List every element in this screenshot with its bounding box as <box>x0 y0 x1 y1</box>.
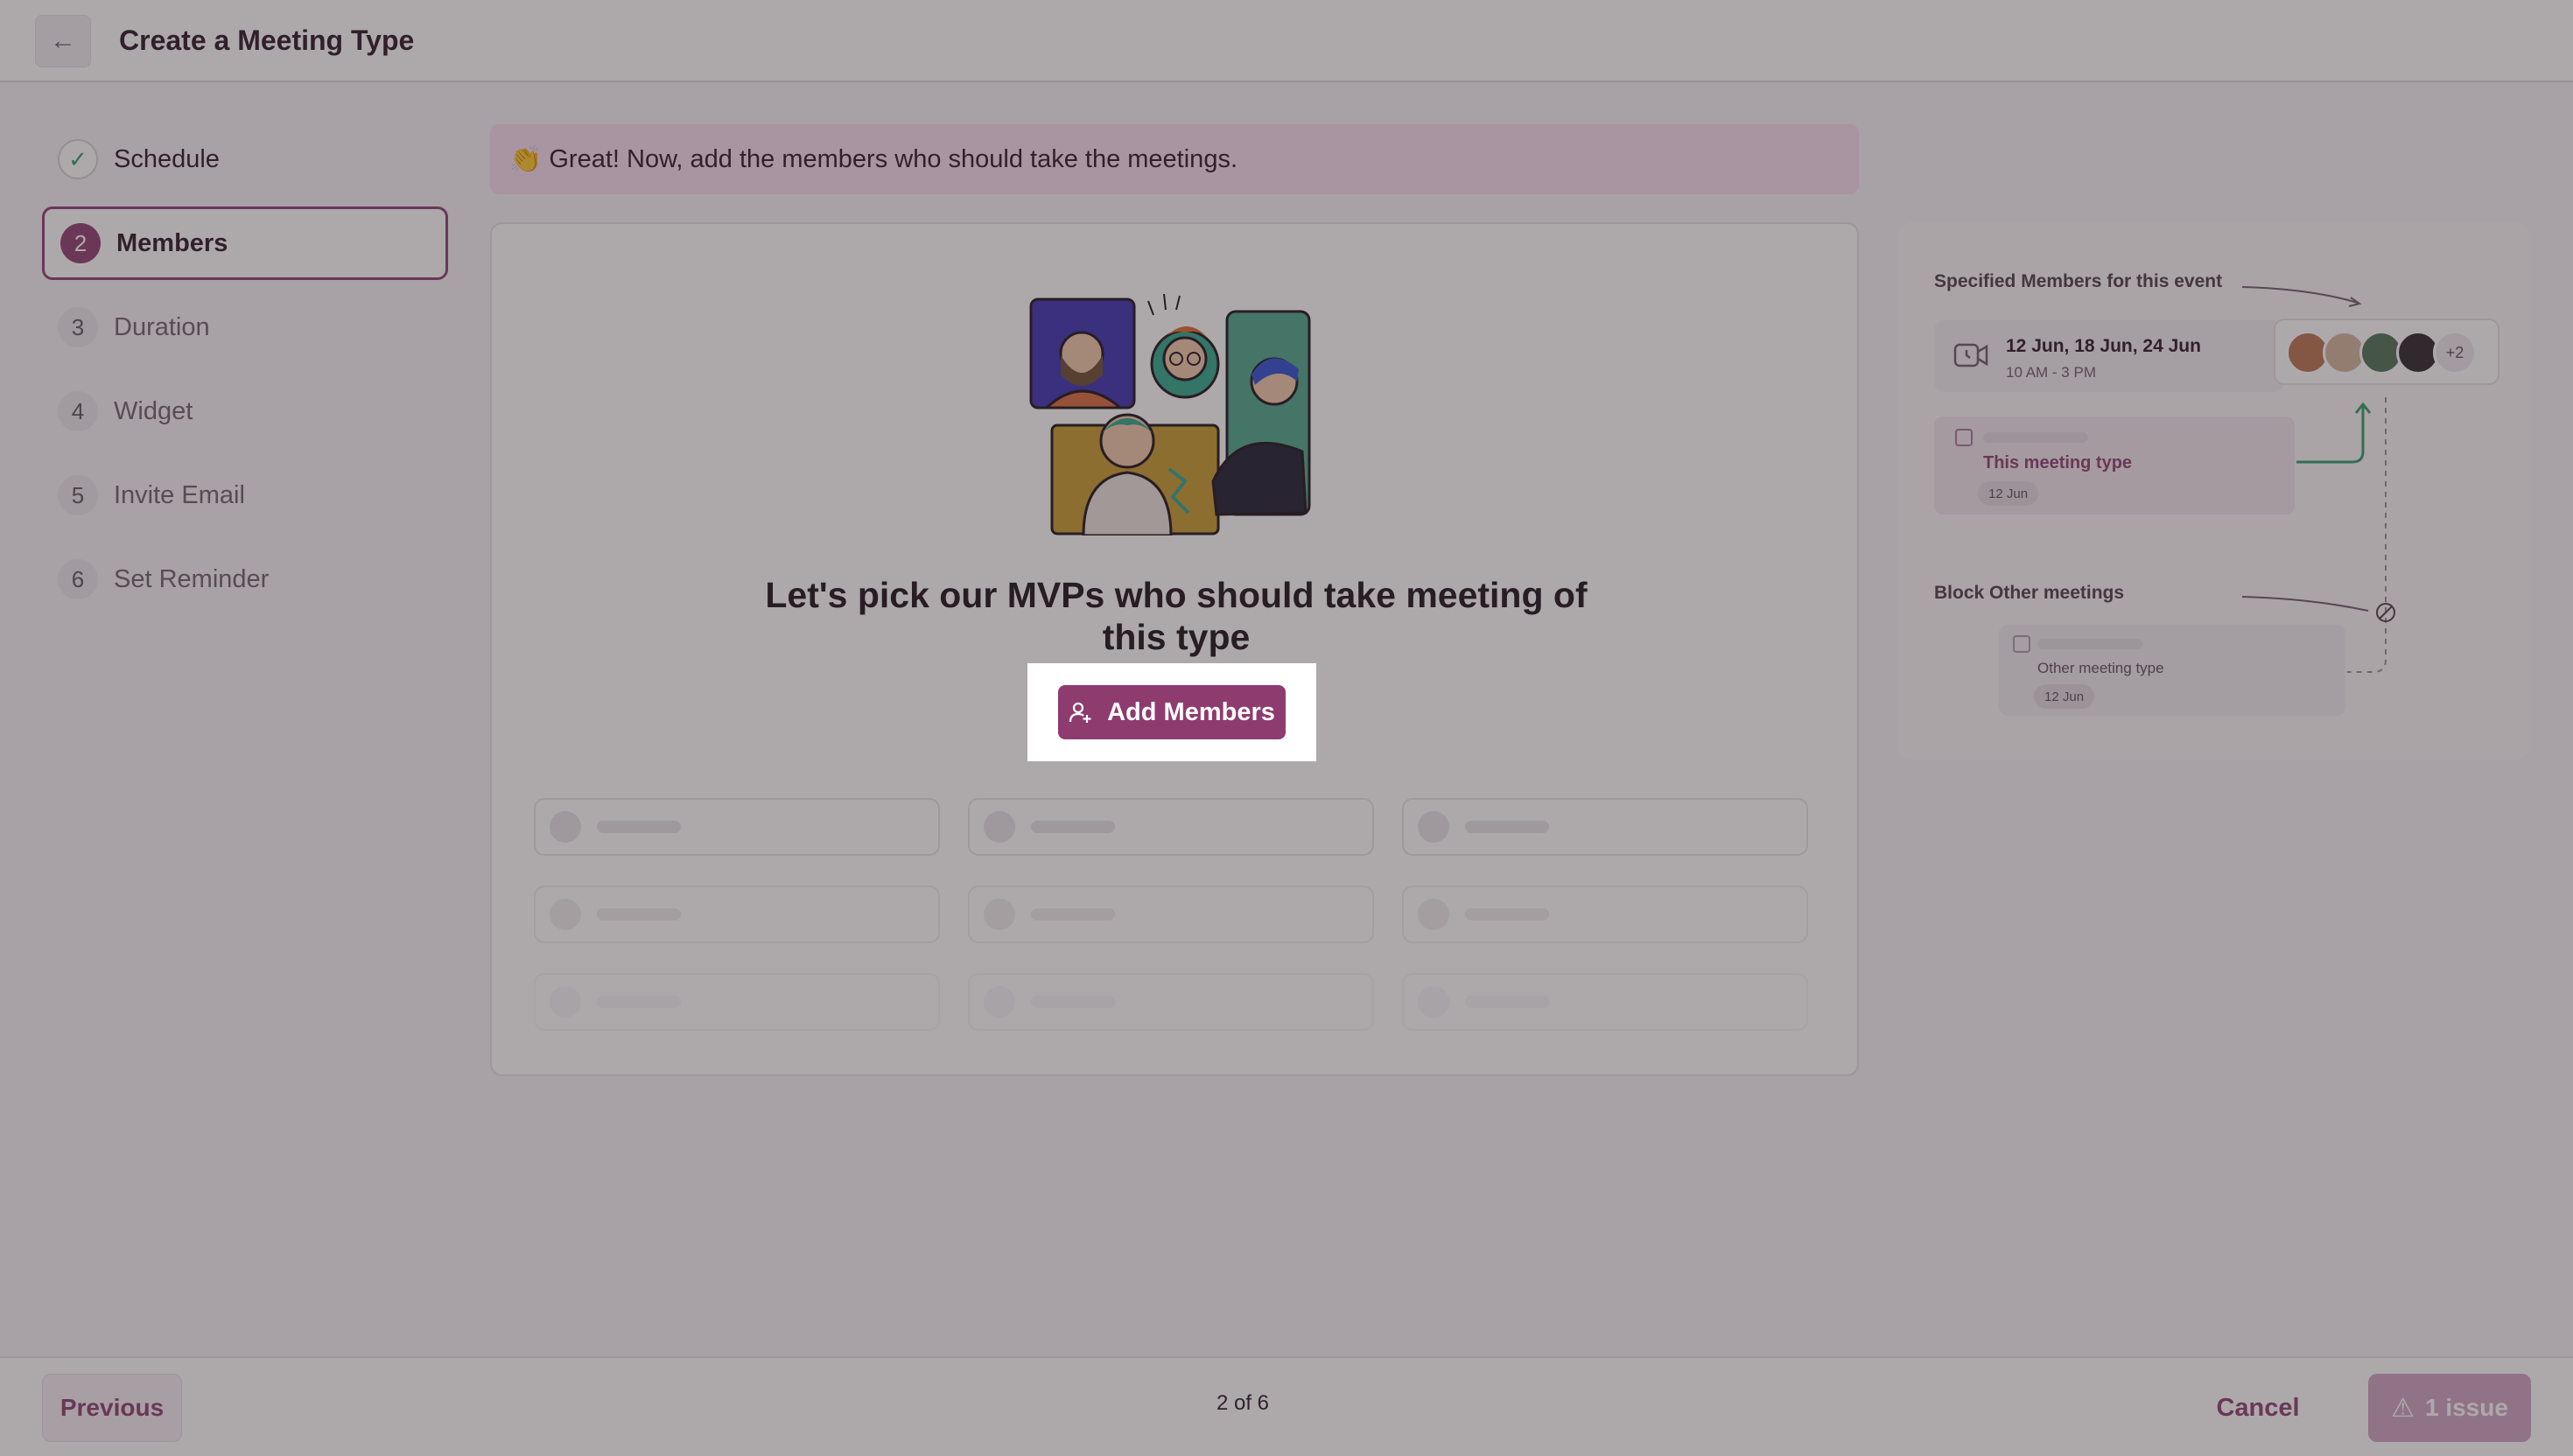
member-placeholder <box>534 798 940 856</box>
member-placeholder-grid <box>534 798 1812 1031</box>
this-meeting-type-card: This meeting type 12 Jun <box>1934 416 2295 514</box>
previous-button[interactable]: Previous <box>42 1374 182 1442</box>
schedule-time: 10 AM - 3 PM <box>2006 364 2096 381</box>
step-number: 5 <box>58 475 98 515</box>
step-label: Schedule <box>114 144 220 173</box>
back-button[interactable]: ← <box>35 15 91 67</box>
info-banner: 👏 Great! Now, add the members who should… <box>490 124 1859 194</box>
date-chip: 12 Jun <box>1978 481 2039 506</box>
member-placeholder <box>534 973 940 1031</box>
empty-state-headline: Let's pick our MVPs who should take meet… <box>765 575 1588 657</box>
calendar-icon <box>2013 635 2030 653</box>
member-placeholder <box>968 973 1374 1031</box>
step-label: Invite Email <box>114 480 245 509</box>
text-placeholder <box>2037 639 2142 649</box>
step-number: 6 <box>58 559 98 599</box>
this-meeting-label: This meeting type <box>1983 453 2133 472</box>
page-title: Create a Meeting Type <box>119 24 415 56</box>
top-bar: ← Create a Meeting Type <box>0 0 2573 82</box>
step-label: Duration <box>114 312 210 341</box>
step-number: 3 <box>58 307 98 347</box>
step-members[interactable]: 2 Members <box>42 206 448 280</box>
check-icon: ✓ <box>58 139 98 179</box>
more-members-badge: +2 <box>2433 331 2477 374</box>
calendar-icon <box>1955 429 1973 446</box>
arrow-left-icon: ← <box>50 26 76 55</box>
step-invite-email[interactable]: 5 Invite Email <box>42 458 448 532</box>
other-meeting-label: Other meeting type <box>2037 660 2164 676</box>
footer-bar: Previous 2 of 6 Cancel ⚠ 1 issue <box>0 1356 2573 1456</box>
video-clock-icon <box>1953 343 1988 368</box>
step-list: ✓ Schedule 2 Members 3 Duration 4 Widget… <box>42 122 448 626</box>
clapping-hands-icon: 👏 <box>509 144 543 174</box>
schedule-dates: 12 Jun, 18 Jun, 24 Jun <box>2006 336 2201 356</box>
member-placeholder <box>968 798 1374 856</box>
step-duration[interactable]: 3 Duration <box>42 290 448 364</box>
banner-text: Great! Now, add the members who should t… <box>549 144 1237 173</box>
member-avatars: +2 <box>2274 318 2499 385</box>
member-placeholder <box>1402 798 1808 856</box>
step-progress: 2 of 6 <box>1216 1391 1270 1415</box>
team-illustration <box>1029 294 1311 536</box>
issue-button[interactable]: ⚠ 1 issue <box>2368 1374 2531 1442</box>
step-schedule[interactable]: ✓ Schedule <box>42 122 448 196</box>
block-other-meetings-title: Block Other meetings <box>1934 583 2125 603</box>
member-placeholder <box>1402 886 1808 943</box>
step-widget[interactable]: 4 Widget <box>42 374 448 448</box>
other-meeting-type-card: Other meeting type 12 Jun <box>1999 625 2345 716</box>
date-chip: 12 Jun <box>2034 684 2095 709</box>
specified-members-title: Specified Members for this event <box>1934 271 2223 291</box>
add-person-icon <box>1069 702 1091 723</box>
text-placeholder <box>1983 432 2088 443</box>
step-label: Members <box>116 228 228 257</box>
members-card: Let's pick our MVPs who should take meet… <box>490 222 1859 1076</box>
step-number: 4 <box>58 391 98 431</box>
step-number: 2 <box>60 223 101 263</box>
step-label: Widget <box>114 396 193 425</box>
preview-panel: Specified Members for this event 12 Jun,… <box>1899 222 2529 760</box>
step-label: Set Reminder <box>114 564 270 593</box>
member-placeholder <box>968 886 1374 943</box>
add-members-button[interactable]: Add Members <box>1058 685 1286 739</box>
schedule-summary: 12 Jun, 18 Jun, 24 Jun 10 AM - 3 PM <box>1934 320 2284 392</box>
add-members-label: Add Members <box>1107 697 1275 726</box>
issue-label: 1 issue <box>2424 1394 2508 1421</box>
cancel-button[interactable]: Cancel <box>2188 1374 2328 1442</box>
step-set-reminder[interactable]: 6 Set Reminder <box>42 542 448 616</box>
member-placeholder <box>1402 973 1808 1031</box>
warning-triangle-icon: ⚠ <box>2391 1393 2415 1423</box>
tour-spotlight: Add Members <box>1027 663 1316 761</box>
member-placeholder <box>534 886 940 943</box>
